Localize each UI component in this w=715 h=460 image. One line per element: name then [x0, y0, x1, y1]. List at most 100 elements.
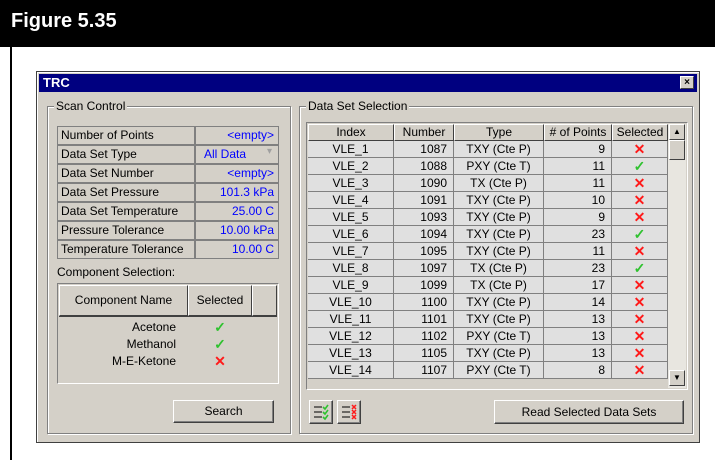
param-value[interactable]: 10.00 C — [195, 240, 279, 259]
figure-frame-line — [10, 47, 12, 460]
param-name: Pressure Tolerance — [57, 221, 195, 240]
param-value[interactable]: <empty> — [195, 126, 279, 145]
grid-content: Index Number Type # of Points Selected VLE_1 1… — [308, 124, 668, 388]
vertical-scrollbar[interactable]: ▲ ▼ — [668, 124, 686, 388]
dropdown-arrow-icon[interactable]: ▾ — [267, 146, 272, 157]
grid-cell: 1102 — [394, 328, 454, 345]
check-icon[interactable]: ✓ — [612, 260, 668, 277]
figure-title: Figure 5.35 — [11, 10, 117, 32]
figure-header: Figure 5.35 — [0, 0, 715, 47]
param-name: Data Set Number — [57, 164, 195, 183]
grid-cell: TXY (Cte P) — [454, 209, 544, 226]
grid-cell: TX (Cte P) — [454, 277, 544, 294]
param-value[interactable]: <empty> — [195, 164, 279, 183]
grid-cell: TXY (Cte P) — [454, 311, 544, 328]
grid-cell: 11 — [544, 175, 612, 192]
grid-cell: 11 — [544, 243, 612, 260]
cross-icon[interactable]: ✕ — [612, 311, 668, 328]
component-name: Methanol — [126, 337, 176, 351]
grid-cell: 1093 — [394, 209, 454, 226]
grid-cell: VLE_3 — [308, 175, 394, 192]
cross-icon[interactable]: ✕ — [612, 243, 668, 260]
param-name: Data Set Type — [57, 145, 195, 164]
component-name-header[interactable]: Component Name — [59, 285, 188, 316]
window-title: TRC — [43, 75, 70, 90]
close-button[interactable]: × — [680, 76, 694, 89]
points-header[interactable]: # of Points — [544, 124, 612, 141]
component-header-divider — [59, 316, 277, 317]
grid-cell: VLE_7 — [308, 243, 394, 260]
component-name: Acetone — [131, 320, 176, 334]
grid-cell: VLE_11 — [308, 311, 394, 328]
cross-icon[interactable]: ✕ — [612, 277, 668, 294]
grid-cell: TXY (Cte P) — [454, 192, 544, 209]
param-value[interactable]: 25.00 C — [195, 202, 279, 221]
grid-cell: 1090 — [394, 175, 454, 192]
type-header[interactable]: Type — [454, 124, 544, 141]
cross-icon[interactable]: ✕ — [612, 294, 668, 311]
param-value[interactable]: 101.3 kPa — [195, 183, 279, 202]
cross-icon[interactable]: ✕ — [612, 362, 668, 379]
index-header[interactable]: Index — [308, 124, 394, 141]
grid-cell: 1099 — [394, 277, 454, 294]
grid-cell: 13 — [544, 328, 612, 345]
grid-cell: TXY (Cte P) — [454, 141, 544, 158]
grid-cell: VLE_8 — [308, 260, 394, 277]
cross-icon[interactable]: ✕ — [188, 353, 252, 370]
read-selected-data-sets-button[interactable]: Read Selected Data Sets — [494, 400, 684, 424]
grid-cell: 1087 — [394, 141, 454, 158]
component-name: M-E-Ketone — [111, 354, 176, 368]
param-name: Temperature Tolerance — [57, 240, 195, 259]
deselect-all-icon — [342, 404, 357, 420]
scroll-up-button[interactable]: ▲ — [669, 124, 685, 140]
grid-cell: 1088 — [394, 158, 454, 175]
deselect-all-button[interactable] — [337, 400, 361, 424]
grid-cell: TXY (Cte P) — [454, 294, 544, 311]
title-bar: TRC × — [39, 74, 697, 92]
select-all-button[interactable] — [309, 400, 333, 424]
scan-control-label: Scan Control — [54, 99, 128, 113]
scroll-thumb[interactable] — [669, 140, 685, 160]
selected-header[interactable]: Selected — [612, 124, 668, 141]
check-icon[interactable]: ✓ — [188, 336, 252, 353]
grid-cell: VLE_6 — [308, 226, 394, 243]
grid-cell: VLE_5 — [308, 209, 394, 226]
grid-cell: 1100 — [394, 294, 454, 311]
search-button[interactable]: Search — [173, 400, 274, 423]
grid-cell: VLE_12 — [308, 328, 394, 345]
grid-cell: PXY (Cte T) — [454, 362, 544, 379]
param-name: Data Set Pressure — [57, 183, 195, 202]
grid-cell: 14 — [544, 294, 612, 311]
cross-icon[interactable]: ✕ — [612, 175, 668, 192]
grid-cell: 9 — [544, 209, 612, 226]
param-value[interactable]: 10.00 kPa — [195, 221, 279, 240]
cross-icon[interactable]: ✕ — [612, 141, 668, 158]
component-header-filler — [252, 285, 277, 316]
number-header[interactable]: Number — [394, 124, 454, 141]
component-selected-header[interactable]: Selected — [188, 285, 252, 316]
grid-cell: 1101 — [394, 311, 454, 328]
cross-icon[interactable]: ✕ — [612, 209, 668, 226]
check-icon[interactable]: ✓ — [612, 158, 668, 175]
cross-icon[interactable]: ✕ — [612, 345, 668, 362]
check-icon[interactable]: ✓ — [188, 319, 252, 336]
scroll-down-button[interactable]: ▼ — [669, 370, 685, 386]
grid-cell: VLE_9 — [308, 277, 394, 294]
cross-icon[interactable]: ✕ — [612, 328, 668, 345]
grid-cell: TX (Cte P) — [454, 260, 544, 277]
check-icon[interactable]: ✓ — [612, 226, 668, 243]
cross-icon[interactable]: ✕ — [612, 192, 668, 209]
grid-cell: PXY (Cte T) — [454, 158, 544, 175]
grid-cell: PXY (Cte T) — [454, 328, 544, 345]
grid-cell: 10 — [544, 192, 612, 209]
grid-cell: VLE_14 — [308, 362, 394, 379]
component-selection-label: Component Selection: — [57, 265, 176, 279]
param-name: Number of Points — [57, 126, 195, 145]
grid-cell: 23 — [544, 226, 612, 243]
param-name: Data Set Temperature — [57, 202, 195, 221]
grid-cell: 1107 — [394, 362, 454, 379]
grid-cell: TXY (Cte P) — [454, 226, 544, 243]
grid-cell: 1097 — [394, 260, 454, 277]
grid-cell: TXY (Cte P) — [454, 243, 544, 260]
grid-cell: 13 — [544, 345, 612, 362]
